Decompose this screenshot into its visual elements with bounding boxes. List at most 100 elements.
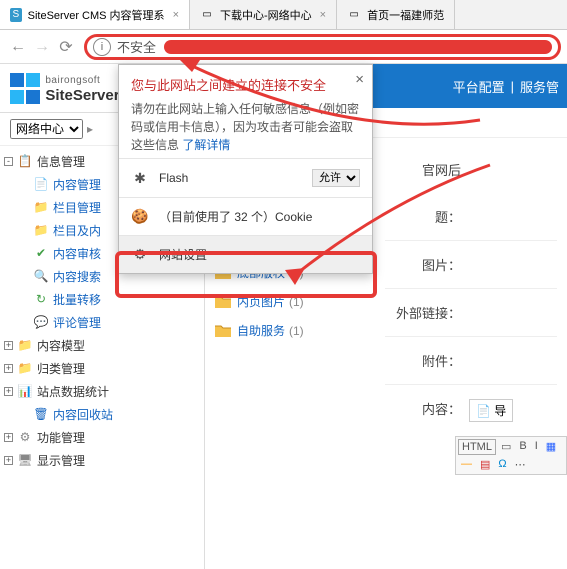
puzzle-icon: ✱ [131,170,149,187]
flash-row: ✱ Flash 允许 [119,158,372,197]
tree-item-label: 显示管理 [37,452,85,469]
divider: | [511,79,514,94]
tree-item[interactable]: +📁内容模型 [0,334,204,357]
tree-item-icon: 💬 [33,315,49,329]
tree-item-icon: 📁 [33,200,49,214]
browser-tabs: S SiteServer CMS 内容管理系 × ▭ 下载中心-网络中心 × ▭… [0,0,567,30]
close-icon[interactable]: × [173,9,179,21]
field-fragment: 官网后 [385,160,469,179]
reload-icon[interactable]: ⟳ [54,37,78,57]
tab-title: SiteServer CMS 内容管理系 [28,7,165,23]
tree-item-icon: ✔ [33,246,49,260]
cookie-icon: 🍪 [131,208,149,225]
logo-title: SiteServer [45,87,119,104]
tree-item-label: 信息管理 [37,153,85,170]
logo-subtitle: bairongsoft [45,75,100,86]
tree-item[interactable]: + 🖥 显示管理 [0,449,204,472]
tree-item-icon: 🖥 [17,453,33,467]
close-icon[interactable]: × [320,9,326,21]
tree-item-label: 站点数据统计 [37,383,109,400]
url-redacted [164,40,552,54]
tree-item-label: 功能管理 [37,429,85,446]
expand-icon[interactable]: + [4,433,13,442]
tree-item-icon: 📁 [33,223,49,237]
toolbar-icon[interactable]: ▤ [477,457,493,472]
favicon-icon: S [10,8,22,22]
tree-item[interactable]: +📁归类管理 [0,357,204,380]
topnav-item[interactable]: 平台配置 [453,77,505,96]
tree-item[interactable]: +⚙功能管理 [0,426,204,449]
gear-icon: ⚙ [131,246,149,263]
toolbar-icon[interactable]: Ω [495,457,509,472]
tree-item[interactable]: + 📊 站点数据统计 [0,380,204,403]
close-icon[interactable]: × [355,71,364,88]
folder-icon [215,324,231,337]
tab-active[interactable]: S SiteServer CMS 内容管理系 × [0,0,190,29]
forward-icon[interactable]: → [30,38,54,56]
bold-icon[interactable]: B [516,439,529,455]
content-label: 内容： [385,399,469,422]
extlink-label: 外部链接： [385,303,469,322]
tree-item[interactable]: ↻ 批量转移 [0,288,204,311]
tree-item-label: 批量转移 [53,291,101,308]
preview-icon[interactable]: ▭ [498,439,514,455]
tree-item-icon: 📊 [17,384,33,398]
title-label: 题： [385,207,469,226]
tree-item[interactable]: 💬 评论管理 [0,311,204,334]
flash-select[interactable]: 允许 [312,169,360,187]
toolbar-icon[interactable]: ▦ [543,439,559,455]
folder-item[interactable]: 自助服务 (1) [215,316,385,345]
tab-title: 下载中心-网络中心 [220,7,312,23]
tree-item-icon: 📁 [17,338,33,352]
site-settings-label: 网站设置 [159,246,360,263]
tree-item-label: 内容回收站 [53,406,113,423]
site-select[interactable]: 网络中心 [10,119,83,139]
chevron-right-icon: ▸ [87,122,93,136]
page-icon: ▭ [200,8,214,22]
italic-icon[interactable]: I [532,439,541,455]
expand-icon[interactable]: + [4,341,13,350]
toolbar-icon[interactable]: ⋯ [512,457,529,472]
folder-count: (1) [289,295,304,309]
popup-title: 您与此网站之间建立的连接不安全 [131,75,360,94]
tab-2[interactable]: ▭ 下载中心-网络中心 × [190,0,337,29]
html-source-button[interactable]: HTML [458,439,496,455]
expand-icon[interactable]: - [4,157,13,166]
tree-item-label: 内容管理 [53,176,101,193]
tree-item-icon: ↻ [33,292,49,306]
tree-item-icon: 📄 [33,177,49,191]
tree-item-label: 内容搜索 [53,268,101,285]
folder-count: (1) [289,324,304,338]
import-button[interactable]: 📄 导 [469,399,513,422]
tree-item-icon: 🗑 [33,407,49,421]
cookie-row[interactable]: 🍪 （目前使用了 32 个）Cookie [119,197,372,235]
folder-name: 自助服务 [237,322,285,339]
flash-label: Flash [159,171,312,185]
site-settings-row[interactable]: ⚙ 网站设置 [119,235,372,273]
topnav-item[interactable]: 服务管 [520,77,559,96]
tree-item-label: 栏目及内 [53,222,101,239]
tab-3[interactable]: ▭ 首页一福建师范 [337,0,455,29]
content-form: 官网后 题： 图片： 外部链接： 附件： 内容： 📄 导 HTML ▭ B I [385,142,567,475]
attachment-label: 附件： [385,351,469,370]
popup-message: 请勿在此网站上输入任何敏感信息（例如密码或信用卡信息），因为攻击者可能会盗取这些… [131,100,360,154]
tree-item-icon: 📁 [17,361,33,375]
toolbar-icon[interactable]: — [458,457,475,472]
tree-item-icon: 🔍 [33,269,49,283]
page-icon: ▭ [347,8,361,22]
folder-icon [215,295,231,308]
tree-item[interactable]: 🗑 内容回收站 [0,403,204,426]
site-info-icon[interactable]: i [93,38,111,56]
expand-icon[interactable]: + [4,364,13,373]
site-info-popup: × 您与此网站之间建立的连接不安全 请勿在此网站上输入任何敏感信息（例如密码或信… [118,64,373,274]
tree-item-label: 评论管理 [53,314,101,331]
tree-item-label: 栏目管理 [53,199,101,216]
learn-more-link[interactable]: 了解详情 [182,138,230,152]
folder-item[interactable]: 内页图片(1) [215,287,385,316]
tree-item-label: 内容审核 [53,245,101,262]
address-bar[interactable]: i 不安全 [84,34,561,60]
expand-icon[interactable]: + [4,456,13,465]
back-icon[interactable]: ← [6,38,30,56]
tree-item-icon: 📋 [17,154,33,168]
expand-icon[interactable]: + [4,387,13,396]
